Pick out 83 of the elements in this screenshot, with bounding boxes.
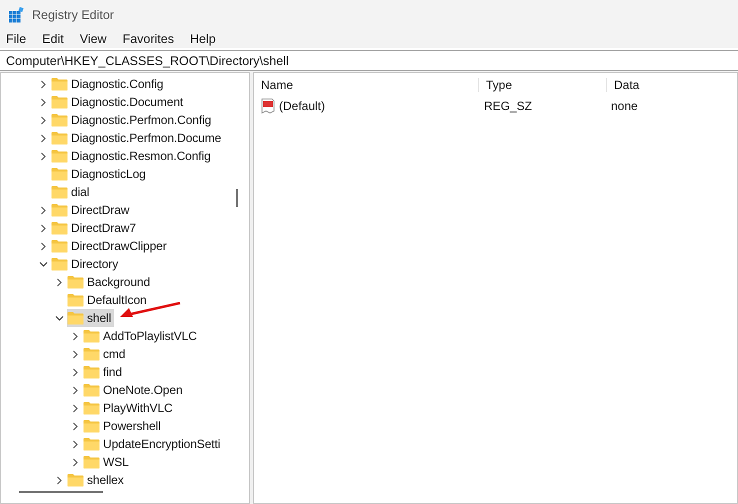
address-bar[interactable]: Computer\HKEY_CLASSES_ROOT\Directory\shell: [0, 50, 738, 71]
tree-item[interactable]: DiagnosticLog: [51, 165, 149, 183]
tree-item[interactable]: PlayWithVLC: [83, 399, 176, 417]
chevron-right-icon[interactable]: [70, 332, 80, 340]
scrollbar-thumb[interactable]: [236, 189, 238, 207]
tree-item[interactable]: Diagnostic.Perfmon.Docume: [51, 129, 224, 147]
folder-icon: [51, 221, 68, 235]
tree-item[interactable]: Diagnostic.Resmon.Config: [51, 147, 214, 165]
tree-item[interactable]: OneNote.Open: [83, 381, 186, 399]
tree-item[interactable]: find: [83, 363, 125, 381]
chevron-right-icon[interactable]: [70, 458, 80, 466]
chevron-right-icon[interactable]: [70, 368, 80, 376]
chevron-right-icon[interactable]: [38, 152, 48, 160]
chevron-right-icon[interactable]: [38, 206, 48, 214]
chevron-right-icon[interactable]: [38, 98, 48, 106]
folder-icon: [51, 149, 68, 163]
chevron-right-icon[interactable]: [70, 386, 80, 394]
tree-item[interactable]: cmd: [83, 345, 128, 363]
registry-editor-icon: [8, 7, 24, 23]
folder-icon: [83, 347, 100, 361]
menu-item[interactable]: Favorites: [122, 32, 174, 46]
tree-item[interactable]: Background: [67, 273, 154, 291]
menu-item[interactable]: File: [6, 32, 26, 46]
tree-item[interactable]: shell: [67, 309, 114, 327]
value-data: none: [610, 99, 638, 113]
tree-item[interactable]: DirectDraw7: [51, 219, 139, 237]
tree-item[interactable]: AddToPlaylistVLC: [83, 327, 200, 345]
column-header[interactable]: Type: [479, 78, 607, 92]
tree-item[interactable]: shellex: [67, 471, 127, 489]
chevron-right-icon[interactable]: [54, 476, 64, 484]
chevron-right-icon[interactable]: [70, 440, 80, 448]
folder-icon: [83, 455, 100, 469]
tree-item[interactable]: Diagnostic.Document: [51, 93, 186, 111]
folder-icon: [83, 401, 100, 415]
tree-item[interactable]: DirectDraw: [51, 201, 132, 219]
folder-icon: [83, 437, 100, 451]
chevron-right-icon[interactable]: [38, 116, 48, 124]
folder-icon: [67, 473, 84, 487]
value-type: REG_SZ: [483, 99, 534, 113]
folder-icon: [51, 257, 68, 271]
column-header[interactable]: Data: [607, 78, 640, 92]
value-name[interactable]: (Default): [279, 99, 326, 113]
folder-icon: [51, 77, 68, 91]
chevron-right-icon[interactable]: [38, 80, 48, 88]
chevron-down-icon[interactable]: [54, 314, 64, 322]
folder-icon: [83, 419, 100, 433]
folder-icon: [67, 311, 84, 325]
folder-icon: [83, 365, 100, 379]
folder-icon: [51, 239, 68, 253]
chevron-right-icon[interactable]: [54, 278, 64, 286]
folder-icon: [83, 329, 100, 343]
chevron-right-icon[interactable]: [70, 350, 80, 358]
chevron-right-icon[interactable]: [38, 224, 48, 232]
folder-icon: [51, 95, 68, 109]
chevron-right-icon[interactable]: [70, 422, 80, 430]
tree-item[interactable]: dial: [51, 183, 92, 201]
folder-icon: [67, 293, 84, 307]
tree-item[interactable]: Diagnostic.Config: [51, 75, 166, 93]
scrollbar-thumb[interactable]: [19, 491, 103, 493]
tree-item[interactable]: UpdateEncryptionSetti: [83, 435, 224, 453]
chevron-right-icon[interactable]: [38, 134, 48, 142]
tree-item[interactable]: DirectDrawClipper: [51, 237, 170, 255]
folder-icon: [51, 113, 68, 127]
folder-icon: [67, 275, 84, 289]
tree-item[interactable]: Directory: [51, 255, 122, 273]
folder-icon: [51, 185, 68, 199]
folder-icon: [51, 203, 68, 217]
chevron-right-icon[interactable]: [38, 242, 48, 250]
tree-item[interactable]: DefaultIcon: [67, 291, 150, 309]
tree-item[interactable]: WSL: [83, 453, 132, 471]
menu-item[interactable]: Help: [190, 32, 216, 46]
menu-item[interactable]: View: [80, 32, 107, 46]
folder-icon: [51, 167, 68, 181]
chevron-right-icon[interactable]: [70, 404, 80, 412]
tree-item[interactable]: Diagnostic.Perfmon.Config: [51, 111, 214, 129]
string-value-icon: [260, 98, 276, 114]
column-header[interactable]: Name: [254, 78, 479, 92]
chevron-down-icon[interactable]: [38, 260, 48, 268]
folder-icon: [83, 383, 100, 397]
menu-item[interactable]: Edit: [42, 32, 64, 46]
folder-icon: [51, 131, 68, 145]
tree-item[interactable]: Powershell: [83, 417, 164, 435]
window-title: Registry Editor: [32, 8, 114, 22]
